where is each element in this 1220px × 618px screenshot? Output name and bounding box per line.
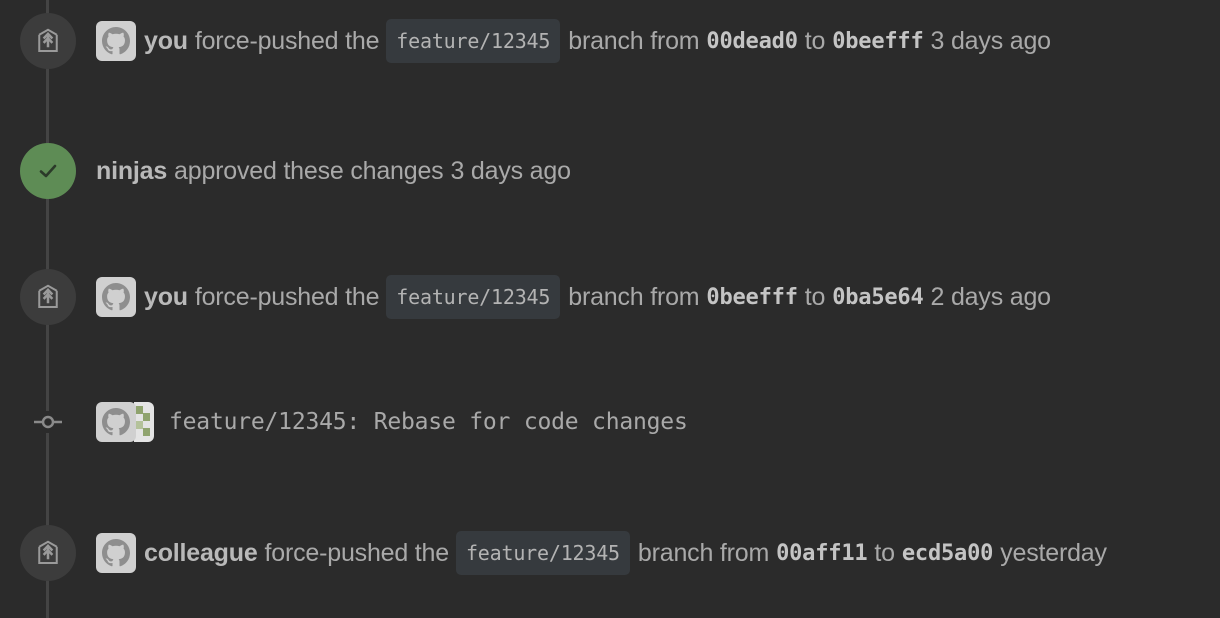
event-content: you force-pushed the feature/12345 branc… xyxy=(96,13,1051,69)
branch-name[interactable]: feature/12345 xyxy=(386,275,561,319)
branch-name[interactable]: feature/12345 xyxy=(455,531,630,575)
to-commit-sha[interactable]: 0beefff xyxy=(832,29,924,54)
avatar[interactable] xyxy=(96,533,136,573)
from-text: branch from xyxy=(568,282,700,311)
from-text: branch from xyxy=(568,26,700,55)
event-content: you force-pushed the feature/12345 branc… xyxy=(96,269,1051,325)
from-commit-sha[interactable]: 00dead0 xyxy=(706,29,798,54)
timestamp[interactable]: 2 days ago xyxy=(931,283,1052,312)
branch-name[interactable]: feature/12345 xyxy=(386,19,561,63)
avatar[interactable] xyxy=(96,277,136,317)
commit-icon xyxy=(32,411,64,433)
force-push-icon xyxy=(20,13,76,69)
action-text: force-pushed the xyxy=(194,26,380,55)
user-link[interactable]: colleague xyxy=(144,539,258,568)
avatar[interactable] xyxy=(96,21,136,61)
timeline-event-force-push: you force-pushed the feature/12345 branc… xyxy=(0,13,1220,69)
action-text: force-pushed the xyxy=(264,538,450,567)
commit-message[interactable]: feature/12345: Rebase for code changes xyxy=(169,409,688,435)
avatar xyxy=(134,402,154,442)
from-commit-sha[interactable]: 00aff11 xyxy=(776,541,868,566)
timeline-event-force-push: you force-pushed the feature/12345 branc… xyxy=(0,269,1220,325)
to-commit-sha[interactable]: 0ba5e64 xyxy=(832,285,924,310)
event-content: colleague force-pushed the feature/12345… xyxy=(96,525,1107,581)
user-link[interactable]: ninjas xyxy=(96,157,167,186)
timeline-event-approval: ninjas approved these changes 3 days ago xyxy=(0,143,1220,199)
avatar xyxy=(96,402,136,442)
user-link[interactable]: you xyxy=(144,27,188,56)
timestamp[interactable]: 3 days ago xyxy=(931,27,1052,56)
action-text: force-pushed the xyxy=(194,282,380,311)
user-link[interactable]: you xyxy=(144,283,188,312)
to-text: to xyxy=(804,26,826,55)
pr-timeline: you force-pushed the feature/12345 branc… xyxy=(0,0,1220,618)
from-text: branch from xyxy=(637,538,770,567)
to-text: to xyxy=(874,538,895,567)
commit-authors[interactable] xyxy=(96,402,156,442)
action-text: approved these changes xyxy=(174,156,444,185)
to-text: to xyxy=(804,282,826,311)
force-push-icon xyxy=(20,525,76,581)
force-push-icon xyxy=(20,269,76,325)
timeline-event-force-push: colleague force-pushed the feature/12345… xyxy=(0,525,1220,581)
event-content: feature/12345: Rebase for code changes xyxy=(96,394,688,450)
event-content: ninjas approved these changes 3 days ago xyxy=(96,143,571,199)
to-commit-sha[interactable]: ecd5a00 xyxy=(902,541,994,566)
timestamp[interactable]: yesterday xyxy=(1000,539,1107,568)
from-commit-sha[interactable]: 0beefff xyxy=(706,285,798,310)
timestamp[interactable]: 3 days ago xyxy=(450,157,571,186)
timeline-event-commit: feature/12345: Rebase for code changes xyxy=(0,394,1220,450)
checkmark-icon xyxy=(20,143,76,199)
